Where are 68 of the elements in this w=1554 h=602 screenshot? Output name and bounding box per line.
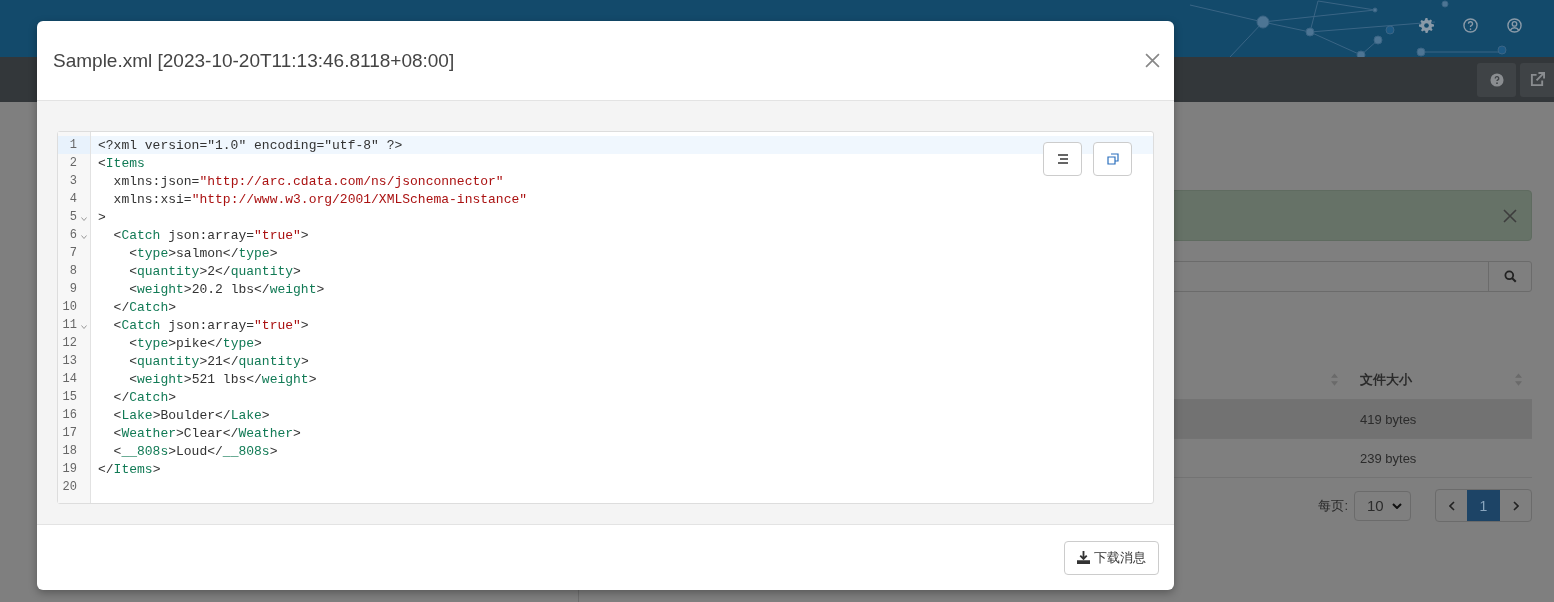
page-button[interactable]: 1 xyxy=(1467,490,1500,521)
code-line: <Weather>Clear</Weather> xyxy=(112,425,301,441)
line-number: 3 xyxy=(69,174,77,188)
per-page-label: 每页: xyxy=(1318,496,1348,515)
code-line: <__808s>Loud</__808s> xyxy=(112,443,278,459)
line-number: 6 xyxy=(69,228,77,242)
per-page-select[interactable]: 10 xyxy=(1354,490,1411,521)
code-line: </Catch> xyxy=(112,299,177,315)
code-line: <Items xyxy=(98,155,145,171)
code-line: <Lake>Boulder</Lake> xyxy=(112,407,270,423)
user-icon[interactable] xyxy=(1507,17,1522,33)
copy-button[interactable] xyxy=(1093,142,1132,176)
code-line: <weight>20.2 lbs</weight> xyxy=(128,281,325,297)
line-number: 19 xyxy=(62,462,77,476)
lines-icon xyxy=(1056,154,1069,164)
line-number: 1 xyxy=(69,138,77,152)
code-line: <quantity>21</quantity> xyxy=(128,353,309,369)
settings-icon[interactable] xyxy=(1419,17,1434,33)
chevron-left-icon xyxy=(1448,500,1455,511)
help-icon xyxy=(1489,72,1504,87)
column-header[interactable]: 文件大小 xyxy=(1360,370,1412,389)
code-line: </Catch> xyxy=(112,389,177,405)
line-number: 16 xyxy=(62,408,77,422)
code-line: xmlns:json="http://arc.cdata.com/ns/jsonconnector" xyxy=(112,173,504,189)
line-number: 20 xyxy=(62,480,77,494)
line-number: 10 xyxy=(62,300,77,314)
code-line: <Catch json:array="true"> xyxy=(112,317,309,333)
code-line: <type>pike</type> xyxy=(128,335,262,351)
line-number: 4 xyxy=(69,192,77,206)
code-line: <weight>521 lbs</weight> xyxy=(128,371,317,387)
code-line: <type>salmon</type> xyxy=(128,245,278,261)
line-number: 13 xyxy=(62,354,77,368)
help-icon[interactable] xyxy=(1463,17,1478,33)
close-icon[interactable] xyxy=(1145,53,1160,68)
external-link-button[interactable] xyxy=(1520,62,1554,97)
code-line: xmlns:xsi="http://www.w3.org/2001/XMLSchema-instance" xyxy=(112,191,528,207)
chevron-down-icon xyxy=(1392,502,1402,509)
line-number: 14 xyxy=(62,372,77,386)
fold-icon[interactable] xyxy=(81,325,87,329)
line-number: 11 xyxy=(62,318,77,332)
table-cell[interactable]: 419 bytes xyxy=(1348,400,1532,438)
code-line: <quantity>2</quantity> xyxy=(128,263,301,279)
download-button[interactable]: 下载消息 xyxy=(1064,540,1159,575)
help-button[interactable] xyxy=(1477,62,1516,97)
line-number: 5 xyxy=(69,210,77,224)
dialog-title: Sample.xml [2023-10-20T11:13:46.8118+08:00] xyxy=(53,49,455,72)
line-number: 15 xyxy=(62,390,77,404)
code-line: </Items> xyxy=(98,461,161,477)
line-number: 12 xyxy=(62,336,77,350)
line-number: 17 xyxy=(62,426,77,440)
copy-icon xyxy=(1106,153,1119,165)
table-cell[interactable]: 239 bytes xyxy=(1348,439,1532,477)
line-number: 18 xyxy=(62,444,77,458)
download-icon xyxy=(1077,551,1090,564)
line-number: 2 xyxy=(69,156,77,170)
chevron-right-icon xyxy=(1512,500,1519,511)
code-line: <?xml version="1.0" encoding="utf-8" ?> xyxy=(98,137,403,153)
line-number: 9 xyxy=(69,282,77,296)
external-link-icon xyxy=(1529,72,1545,87)
line-number: 8 xyxy=(69,264,77,278)
fold-icon[interactable] xyxy=(81,235,87,239)
format-button[interactable] xyxy=(1043,142,1082,176)
fold-icon[interactable] xyxy=(81,217,87,221)
search-icon xyxy=(1503,270,1517,283)
close-icon[interactable] xyxy=(1503,208,1517,223)
line-number: 7 xyxy=(69,246,77,260)
code-line: <Catch json:array="true"> xyxy=(112,227,309,243)
code-line: > xyxy=(98,209,106,225)
